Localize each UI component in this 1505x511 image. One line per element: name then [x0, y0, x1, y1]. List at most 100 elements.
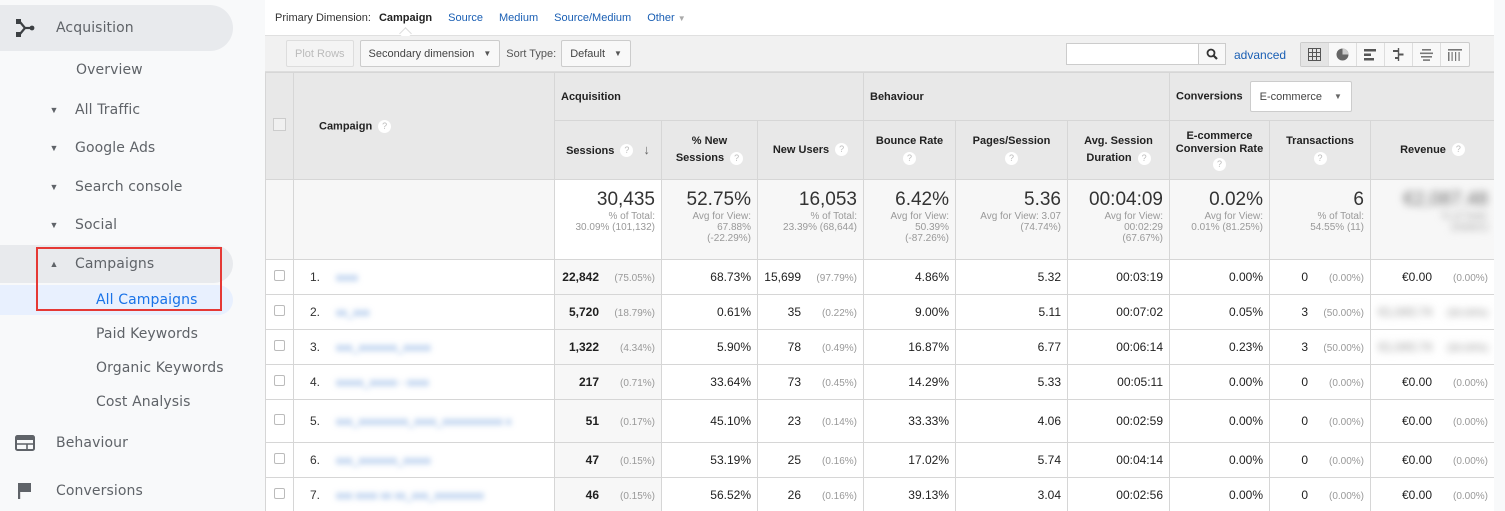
nav-behaviour[interactable]: Behaviour	[0, 420, 233, 466]
help-icon[interactable]: ?	[620, 144, 634, 158]
total-pages-value: 5.36	[1024, 189, 1061, 210]
sessions-value: 46	[585, 488, 599, 502]
campaign-column-header: Campaign?	[293, 72, 555, 180]
transactions-header-label: Transactions	[1286, 135, 1354, 147]
pie-view-button[interactable]	[1329, 43, 1357, 66]
row-checkbox[interactable]	[274, 453, 285, 464]
campaign-link[interactable]: xxx_xxxxxxxxx_xxxx_xxxxxxxxxxx x	[336, 416, 511, 428]
transactions-value: 0	[1301, 488, 1308, 502]
campaign-link[interactable]: xxxxx_xxxxx - xxxx	[336, 377, 429, 389]
nav-google-ads[interactable]: ▼ Google Ads	[0, 134, 233, 162]
help-icon[interactable]: ?	[1451, 143, 1465, 157]
bounce-rate-column-header[interactable]: Bounce Rate?	[863, 120, 956, 180]
row-checkbox[interactable]	[274, 270, 285, 281]
help-icon[interactable]: ?	[1005, 151, 1018, 165]
row-index: 3.	[310, 340, 321, 354]
nav-search-console[interactable]: ▼ Search console	[0, 173, 233, 201]
nav-cost-analysis[interactable]: Cost Analysis	[0, 388, 233, 416]
new-users-value: 25	[787, 453, 801, 467]
transactions-value: 0	[1301, 270, 1308, 284]
performance-view-button[interactable]	[1357, 43, 1385, 66]
campaign-link[interactable]: xxxx	[336, 272, 358, 284]
campaign-link[interactable]: xxx_xxxxxxx_xxxxx	[336, 455, 431, 467]
revenue-value: €0.00	[1401, 414, 1432, 428]
behaviour-icon	[14, 432, 36, 454]
revenue-pct: (0.00%)	[1452, 417, 1488, 428]
nav-all-campaigns[interactable]: All Campaigns	[0, 285, 233, 315]
pages-value: 5.74	[1037, 453, 1061, 467]
dimension-source[interactable]: Source	[448, 12, 483, 24]
bounce-value: 33.33%	[908, 414, 949, 428]
help-icon[interactable]: ?	[1137, 151, 1151, 165]
ecom-rate-cell: 0.00%	[1169, 259, 1270, 295]
pct-new-sessions-cell: 33.64%	[661, 364, 758, 400]
help-icon[interactable]: ?	[1313, 151, 1327, 165]
total-pct-new-sub: Avg for View:	[692, 211, 751, 222]
row-checkbox[interactable]	[274, 488, 285, 499]
nav-campaigns[interactable]: ▲ Campaigns	[0, 245, 233, 283]
campaign-link[interactable]: xx_xxx	[336, 307, 370, 319]
sessions-pct: (0.17%)	[619, 417, 655, 428]
bounce-value: 4.86%	[914, 270, 949, 284]
pct-new-sessions-column-header[interactable]: % New Sessions?	[661, 120, 758, 180]
campaign-cell: 3. xxx_xxxxxxx_xxxxx	[293, 329, 555, 365]
comparison-view-button[interactable]	[1385, 43, 1413, 66]
nav-organic-keywords[interactable]: Organic Keywords	[0, 354, 233, 382]
nav-conversions[interactable]: Conversions	[0, 468, 233, 511]
revenue-cell: €0.00 (0.00%)	[1370, 364, 1495, 400]
nav-acquisition[interactable]: Acquisition	[0, 5, 233, 51]
revenue-column-header[interactable]: Revenue?	[1370, 120, 1495, 180]
duration-value: 00:06:14	[1116, 340, 1163, 354]
nav-overview[interactable]: Overview	[0, 56, 233, 84]
pivot-view-button[interactable]	[1441, 43, 1469, 66]
sessions-column-header[interactable]: Sessions? ↓	[554, 120, 662, 180]
avg-session-duration-column-header[interactable]: Avg. Session Duration?	[1067, 120, 1170, 180]
nav-social[interactable]: ▼ Social	[0, 211, 233, 239]
pages-session-column-header[interactable]: Pages/Session?	[955, 120, 1068, 180]
total-duration-sub: Avg for View:	[1104, 211, 1163, 222]
term-cloud-view-button[interactable]	[1413, 43, 1441, 66]
dimension-source-medium[interactable]: Source/Medium	[554, 12, 631, 24]
nav-all-traffic[interactable]: ▼ All Traffic	[0, 96, 233, 124]
campaign-link[interactable]: xxx_xxxxxxx_xxxxx	[336, 342, 431, 354]
campaign-link[interactable]: xxx xxxx xx xx_xxx_xxxxxxxxx	[336, 490, 484, 502]
transactions-pct: (0.00%)	[1328, 491, 1364, 502]
row-checkbox[interactable]	[274, 305, 285, 316]
revenue-value: €1,043.74	[1378, 305, 1432, 319]
row-checkbox[interactable]	[274, 340, 285, 351]
dimension-campaign[interactable]: Campaign	[379, 12, 432, 24]
help-icon[interactable]: ?	[835, 143, 849, 157]
transactions-column-header[interactable]: Transactions?	[1269, 120, 1371, 180]
secondary-dimension-dropdown[interactable]: Secondary dimension ▼	[359, 40, 501, 67]
nav-paid-keywords[interactable]: Paid Keywords	[0, 320, 233, 348]
table-view-button[interactable]	[1301, 43, 1329, 66]
dimension-medium[interactable]: Medium	[499, 12, 538, 24]
help-icon[interactable]: ?	[903, 151, 916, 165]
ecommerce-conversion-rate-column-header[interactable]: E-commerce Conversion Rate?	[1169, 120, 1270, 180]
duration-value: 00:07:02	[1116, 305, 1163, 319]
nav-all-traffic-label: All Traffic	[75, 102, 141, 118]
table-search-input[interactable]	[1066, 43, 1198, 65]
advanced-filter-link[interactable]: advanced	[1234, 48, 1286, 62]
plot-rows-button[interactable]: Plot Rows	[286, 40, 354, 67]
help-icon[interactable]: ?	[1213, 157, 1226, 171]
transactions-pct: (0.00%)	[1328, 417, 1364, 428]
help-icon[interactable]: ?	[378, 119, 392, 133]
search-button[interactable]	[1198, 43, 1226, 65]
help-icon[interactable]: ?	[730, 151, 744, 165]
bounce-value: 16.87%	[908, 340, 949, 354]
row-checkbox[interactable]	[274, 375, 285, 386]
select-all-checkbox[interactable]	[273, 118, 286, 131]
campaign-cell: 7. xxx xxxx xx xx_xxx_xxxxxxxxx	[293, 477, 555, 511]
ecom-value: 0.00%	[1228, 375, 1263, 389]
pct-new-sessions-cell: 0.61%	[661, 294, 758, 330]
new-users-value: 26	[787, 488, 801, 502]
row-select-cell	[265, 294, 294, 330]
conversions-type-dropdown[interactable]: E-commerce ▼	[1249, 81, 1352, 112]
total-pages-sub: Avg for View: 3.07	[980, 211, 1061, 222]
sort-type-dropdown[interactable]: Default ▼	[561, 40, 631, 67]
row-checkbox[interactable]	[274, 414, 285, 425]
pages-value: 4.06	[1037, 414, 1061, 428]
new-users-column-header[interactable]: New Users?	[757, 120, 864, 180]
dimension-other-dropdown[interactable]: Other ▼	[647, 12, 685, 24]
